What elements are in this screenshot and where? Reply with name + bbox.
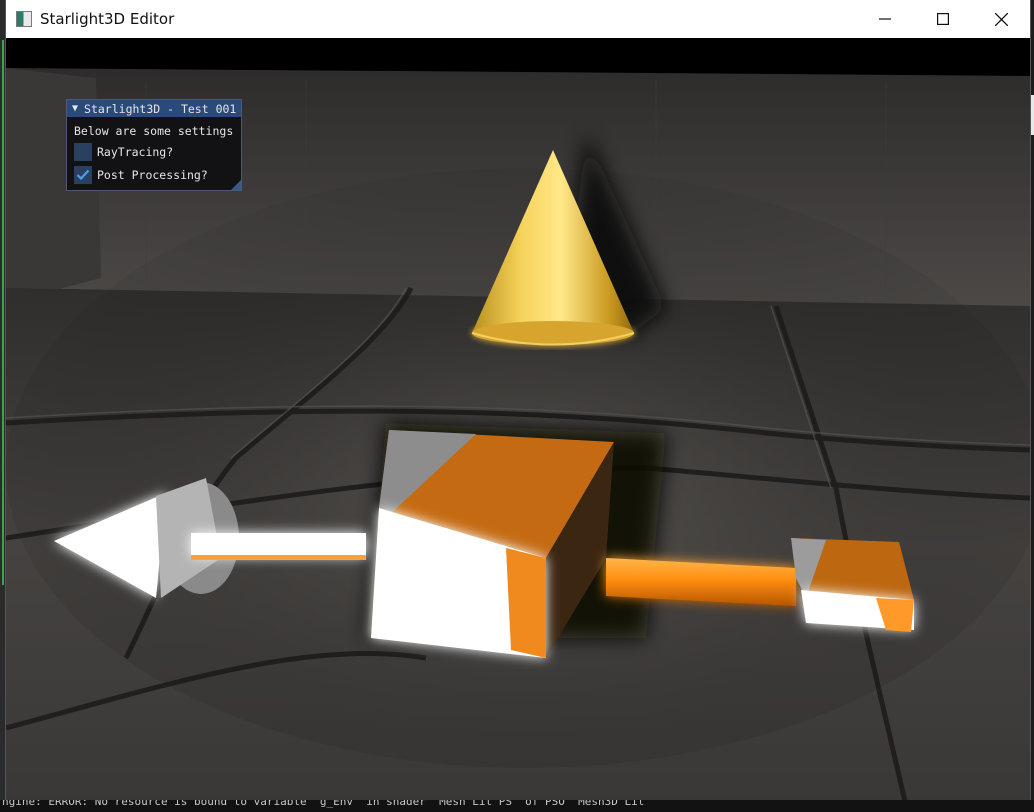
minimize-button[interactable] (856, 0, 914, 38)
maximize-icon (937, 13, 949, 25)
window-controls (856, 0, 1030, 38)
settings-description: Below are some settings (74, 124, 234, 138)
close-button[interactable] (972, 0, 1030, 38)
collapse-arrow-icon[interactable]: ▼ (72, 103, 78, 114)
maximize-button[interactable] (914, 0, 972, 38)
background-accent (2, 40, 4, 585)
imgui-panel-title: Starlight3D - Test 001 (84, 101, 237, 116)
background-app-edge-right (1030, 95, 1034, 135)
post-processing-label: Post Processing? (97, 168, 208, 182)
console-error-text: ngine: ERROR: No resource is bound to va… (2, 800, 645, 808)
resize-grip[interactable] (231, 180, 241, 190)
imgui-panel-title-bar[interactable]: ▼ Starlight3D - Test 001 (67, 100, 241, 117)
window-title: Starlight3D Editor (40, 10, 175, 28)
editor-window: Starlight3D Editor ▼ Starlight3D - Test … (6, 0, 1030, 806)
post-processing-option[interactable]: Post Processing? (74, 165, 234, 185)
raytracing-option[interactable]: RayTracing? (74, 142, 234, 162)
imgui-settings-panel: ▼ Starlight3D - Test 001 Below are some … (66, 99, 242, 191)
close-icon (994, 12, 1008, 26)
post-processing-checkbox[interactable] (74, 166, 92, 184)
raytracing-checkbox[interactable] (74, 143, 92, 161)
checkmark-icon (76, 169, 90, 181)
raytracing-label: RayTracing? (97, 145, 174, 159)
title-bar[interactable]: Starlight3D Editor (6, 0, 1030, 38)
console-output: ngine: ERROR: No resource is bound to va… (0, 800, 1034, 812)
minimize-icon (879, 18, 891, 20)
3d-viewport[interactable]: ▼ Starlight3D - Test 001 Below are some … (6, 38, 1030, 806)
app-icon (16, 11, 32, 27)
